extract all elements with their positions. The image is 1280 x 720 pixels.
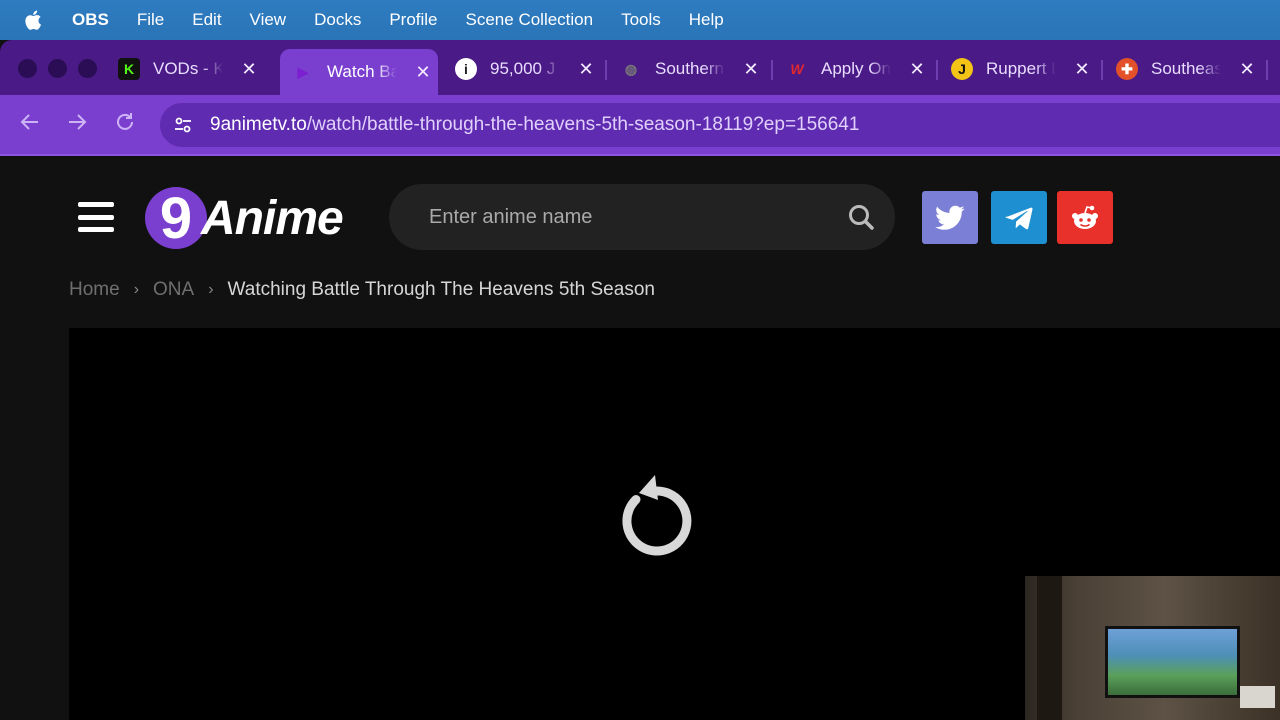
window-controls [18,59,97,78]
web-page: 9 Anime Home › ONA › Watching Battle Thr… [0,157,1280,720]
arrow-right-icon [69,114,87,130]
close-tab-icon[interactable]: ✕ [1074,59,1090,80]
telegram-button[interactable] [991,191,1047,244]
url-path: /watch/battle-through-the-heavens-5th-se… [306,114,860,135]
menu-docks[interactable]: Docks [314,10,361,30]
breadcrumb: Home › ONA › Watching Battle Through The… [69,279,655,301]
tab-title: VODs - K [153,59,223,78]
search-box [389,184,895,250]
browser-tab-strip: K VODs - K ✕ ▶ Watch Ba ✕ i 95,000 J ✕ ◍… [0,40,1280,95]
menu-tools[interactable]: Tools [621,10,661,30]
reddit-button[interactable] [1057,191,1113,244]
close-tab-icon[interactable]: ✕ [578,59,594,80]
tab-title: Southern [655,59,724,78]
close-tab-icon[interactable]: ✕ [909,59,925,80]
menu-edit[interactable]: Edit [192,10,221,30]
tab-watch-active[interactable]: ▶ Watch Ba ✕ [280,49,438,95]
tab-95000[interactable]: i 95,000 J ✕ [455,49,594,89]
close-tab-icon[interactable]: ✕ [241,59,257,80]
tab-title: Watch Ba [327,62,397,81]
kick-icon: K [118,58,140,80]
url-text[interactable]: 9animetv.to/watch/battle-through-the-hea… [210,114,859,136]
webcam-overlay [1025,576,1280,720]
globe-icon: ◍ [624,60,638,77]
breadcrumb-category[interactable]: ONA [153,279,194,301]
lifebuoy-icon: ✚ [1116,58,1138,80]
maximize-window-button[interactable] [78,59,97,78]
tab-divider [771,60,773,80]
close-tab-icon[interactable]: ✕ [743,59,759,80]
tab-divider [605,60,607,80]
tab-ruppert[interactable]: J Ruppert L ✕ [951,49,1090,89]
site-settings-icon[interactable] [172,114,194,136]
breadcrumb-home[interactable]: Home [69,279,120,301]
info-icon: i [455,58,477,80]
tab-title: Apply On [821,59,891,78]
tab-title: Southeas [1151,59,1221,78]
logo-circle: 9 [145,186,207,251]
menu-file[interactable]: File [137,10,164,30]
play-icon: ▶ [297,63,309,80]
menu-view[interactable]: View [250,10,287,30]
forward-button[interactable] [63,111,91,139]
tab-title: 95,000 J [490,59,556,78]
w-logo-icon: W [790,61,804,77]
search-input[interactable] [429,205,829,229]
breadcrumb-current: Watching Battle Through The Heavens 5th … [227,279,655,300]
menu-scene-collection[interactable]: Scene Collection [466,10,594,30]
tab-divider [1101,60,1103,80]
tab-southern[interactable]: ◍ Southern ✕ [620,49,759,89]
reload-icon [117,113,133,130]
logo-word: Anime [201,191,344,245]
close-window-button[interactable] [18,59,37,78]
search-icon[interactable] [847,203,875,231]
menu-help[interactable]: Help [689,10,724,30]
twitter-button[interactable] [922,191,978,244]
tab-apply-on[interactable]: W Apply On ✕ [786,49,925,89]
tab-divider [936,60,938,80]
back-button[interactable] [16,111,44,139]
tab-southeast[interactable]: ✚ Southeas ✕ [1116,49,1255,89]
minimize-window-button[interactable] [48,59,67,78]
macos-menu-bar: OBS File Edit View Docks Profile Scene C… [0,0,1280,40]
menu-profile[interactable]: Profile [389,10,437,30]
arrow-left-icon [20,114,38,130]
apple-icon[interactable] [24,9,50,31]
twitter-icon [935,205,965,230]
telegram-icon [1005,207,1033,229]
j-logo-icon: J [951,58,973,80]
browser-toolbar: 9animetv.to/watch/battle-through-the-hea… [0,95,1280,156]
tab-vods[interactable]: K VODs - K ✕ [118,49,257,89]
close-tab-icon[interactable]: ✕ [415,62,431,83]
replay-icon[interactable] [615,473,699,557]
address-bar[interactable]: 9animetv.to/watch/battle-through-the-hea… [160,103,1280,147]
url-host: 9animetv.to [210,114,307,135]
reload-button[interactable] [111,111,139,139]
chevron-right-icon: › [133,281,140,298]
menu-app-name[interactable]: OBS [72,10,109,30]
site-logo[interactable]: 9 Anime [145,185,344,251]
chevron-right-icon: › [208,281,214,298]
close-tab-icon[interactable]: ✕ [1239,59,1255,80]
tab-divider [1266,60,1268,80]
tab-title: Ruppert L [986,59,1056,78]
reddit-icon [1072,205,1098,229]
hamburger-menu-icon[interactable] [78,202,114,232]
tv-screen [1105,626,1240,698]
